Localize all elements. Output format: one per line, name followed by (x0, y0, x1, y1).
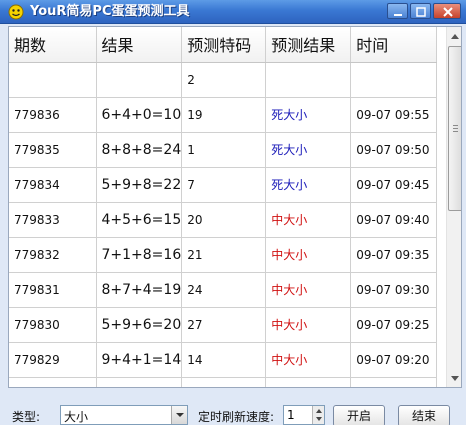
table-row[interactable]: 779832 7+1+8=16 21 中大小 09-07 09:35 (9, 237, 438, 273)
cell-period: 779831 (9, 272, 97, 308)
smiley-icon (8, 4, 24, 20)
cell-period (9, 377, 97, 387)
scroll-up-icon[interactable] (447, 28, 462, 45)
cell-period (9, 62, 97, 98)
cell-pred-result: 中大小 (265, 202, 352, 238)
start-button[interactable]: 开启 (333, 405, 385, 425)
cell-time (350, 62, 438, 98)
refresh-speed-stepper[interactable]: 1 (283, 405, 325, 425)
cell-prediction: 24 (181, 272, 267, 308)
cell-prediction: 14 (181, 342, 267, 378)
table-row[interactable]: 779829 9+4+1=14 14 中大小 09-07 09:20 (9, 342, 438, 378)
cell-pred-result: 死大小 (265, 132, 352, 168)
cell-prediction: 27 (181, 307, 267, 343)
cell-result (96, 377, 183, 387)
control-bar: 类型: 大小 定时刷新速度: 1 开启 结束 (0, 390, 466, 425)
cell-period: 779829 (9, 342, 97, 378)
type-select[interactable]: 大小 (60, 405, 188, 425)
type-label: 类型: (12, 410, 41, 424)
cell-period: 779834 (9, 167, 97, 203)
type-dropdown-button[interactable] (171, 406, 187, 424)
cell-pred-result: 死大小 (265, 167, 352, 203)
cell-time: 09-07 09:30 (350, 272, 438, 308)
cell-prediction: 20 (181, 202, 267, 238)
maximize-icon (416, 7, 426, 17)
cell-time: 09-07 09:55 (350, 97, 438, 133)
minimize-icon (394, 14, 402, 16)
cell-time: 09-07 09:50 (350, 132, 438, 168)
refresh-speed-label: 定时刷新速度: (198, 410, 275, 424)
table-row[interactable] (9, 377, 438, 387)
cell-result: 4+5+6=15 (96, 202, 183, 238)
chevron-down-icon (176, 413, 184, 417)
cell-result: 8+8+8=24 (96, 132, 183, 168)
cell-pred-result: 中大小 (265, 272, 352, 308)
cell-prediction: 2 (181, 62, 267, 98)
cell-result (96, 62, 183, 98)
cell-prediction (181, 377, 267, 387)
spin-arrows-icon[interactable] (312, 406, 324, 424)
cell-pred-result: 中大小 (265, 237, 352, 273)
header-row: 期数 结果 预测特码 预测结果 时间 (9, 27, 438, 63)
vertical-scrollbar[interactable] (446, 27, 462, 387)
cell-prediction: 1 (181, 132, 267, 168)
stop-button[interactable]: 结束 (398, 405, 450, 425)
close-icon (443, 7, 453, 17)
cell-pred-result: 死大小 (265, 97, 352, 133)
scroll-down-icon[interactable] (447, 370, 462, 387)
cell-time: 09-07 09:25 (350, 307, 438, 343)
cell-period: 779836 (9, 97, 97, 133)
cell-prediction: 7 (181, 167, 267, 203)
cell-result: 5+9+8=22 (96, 167, 183, 203)
cell-time: 09-07 09:45 (350, 167, 438, 203)
cell-time: 09-07 09:40 (350, 202, 438, 238)
table-row[interactable]: 2 (9, 62, 438, 98)
maximize-button[interactable] (410, 3, 431, 19)
cell-result: 8+7+4=19 (96, 272, 183, 308)
column-header-pred-result[interactable]: 预测结果 (265, 27, 352, 63)
refresh-speed-value: 1 (287, 408, 295, 422)
title-bar[interactable]: YouR简易PC蛋蛋预测工具 (0, 0, 466, 24)
cell-pred-result: 中大小 (265, 342, 352, 378)
cell-period: 779830 (9, 307, 97, 343)
scrollbar-thumb[interactable] (448, 46, 461, 211)
cell-prediction: 21 (181, 237, 267, 273)
cell-prediction: 19 (181, 97, 267, 133)
cell-pred-result (265, 377, 352, 387)
cell-result: 9+4+1=14 (96, 342, 183, 378)
prediction-table: 期数 结果 预测特码 预测结果 时间 2 779836 6+4+0=10 19 死大小 0… (9, 27, 438, 387)
table-row[interactable]: 779831 8+7+4=19 24 中大小 09-07 09:30 (9, 272, 438, 308)
table-row[interactable]: 779833 4+5+6=15 20 中大小 09-07 09:40 (9, 202, 438, 238)
cell-result: 7+1+8=16 (96, 237, 183, 273)
column-header-result[interactable]: 结果 (96, 27, 183, 63)
cell-period: 779832 (9, 237, 97, 273)
table-row[interactable]: 779834 5+9+8=22 7 死大小 09-07 09:45 (9, 167, 438, 203)
column-header-time[interactable]: 时间 (350, 27, 438, 63)
cell-time (350, 377, 438, 387)
type-select-value: 大小 (64, 410, 89, 424)
cell-time: 09-07 09:35 (350, 237, 438, 273)
prediction-grid[interactable]: 期数 结果 预测特码 预测结果 时间 2 779836 6+4+0=10 19 死大小 0… (8, 26, 462, 388)
close-button[interactable] (433, 3, 461, 19)
window-title: YouR简易PC蛋蛋预测工具 (30, 4, 190, 19)
cell-pred-result (265, 62, 352, 98)
cell-result: 5+9+6=20 (96, 307, 183, 343)
cell-time: 09-07 09:20 (350, 342, 438, 378)
column-header-prediction[interactable]: 预测特码 (181, 27, 267, 63)
minimize-button[interactable] (387, 3, 408, 19)
table-row[interactable]: 779836 6+4+0=10 19 死大小 09-07 09:55 (9, 97, 438, 133)
cell-result: 6+4+0=10 (96, 97, 183, 133)
cell-pred-result: 中大小 (265, 307, 352, 343)
column-header-period[interactable]: 期数 (9, 27, 97, 63)
cell-period: 779833 (9, 202, 97, 238)
cell-period: 779835 (9, 132, 97, 168)
table-row[interactable]: 779835 8+8+8=24 1 死大小 09-07 09:50 (9, 132, 438, 168)
table-row[interactable]: 779830 5+9+6=20 27 中大小 09-07 09:25 (9, 307, 438, 343)
